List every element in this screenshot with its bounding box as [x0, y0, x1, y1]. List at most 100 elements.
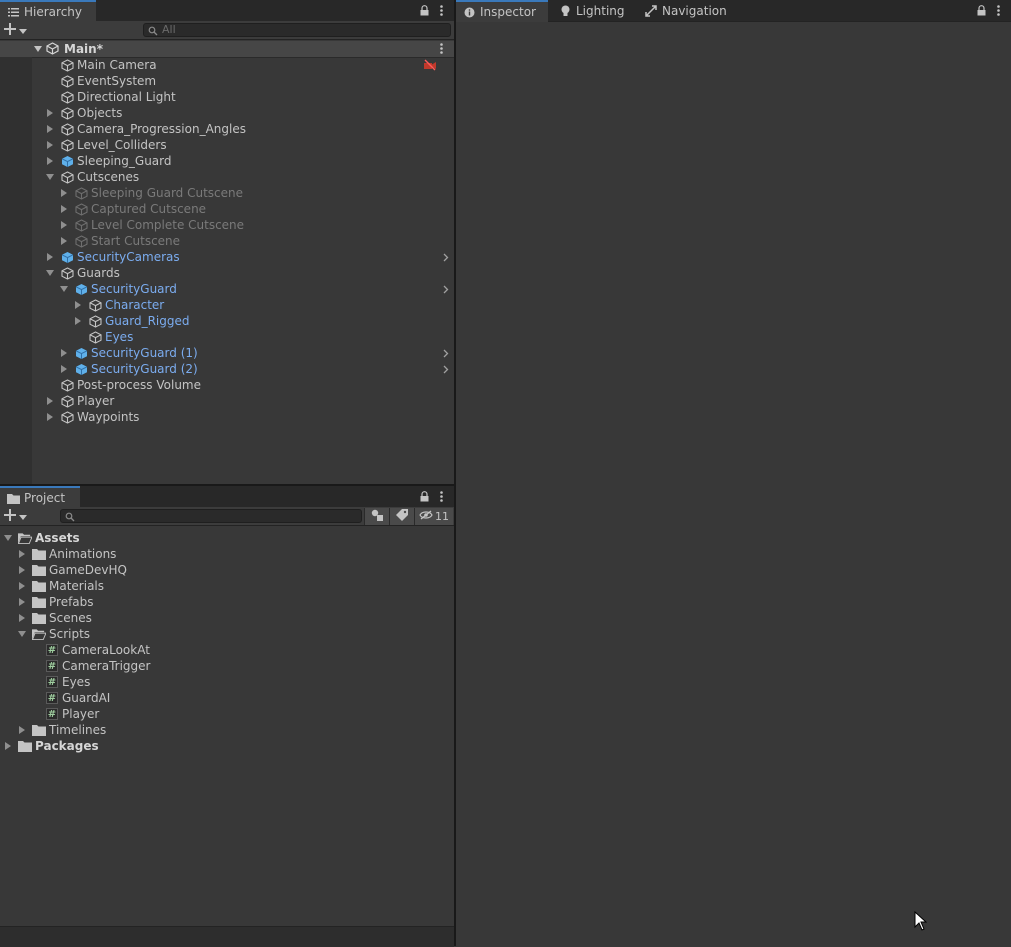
hierarchy-item[interactable]: Start Cutscene: [0, 233, 454, 249]
project-item[interactable]: # GuardAI: [0, 690, 454, 706]
hierarchy-item[interactable]: Directional Light: [0, 89, 454, 105]
hierarchy-item[interactable]: Guards: [0, 265, 454, 281]
expand-arrow-icon[interactable]: [18, 578, 26, 594]
scene-header[interactable]: Main*: [0, 41, 454, 58]
gameobject-icon: [74, 218, 88, 232]
project-item-label: Player: [62, 707, 100, 721]
expand-arrow-icon[interactable]: [18, 562, 26, 578]
project-item[interactable]: Packages: [0, 738, 454, 754]
project-item[interactable]: # CameraLookAt: [0, 642, 454, 658]
expand-arrow-icon[interactable]: [46, 153, 54, 169]
open-prefab-chevron-icon[interactable]: [442, 249, 450, 265]
expand-arrow-icon[interactable]: [18, 594, 26, 610]
tab-inspector[interactable]: Inspector: [456, 0, 548, 22]
more-options-icon[interactable]: [991, 3, 1005, 17]
project-item[interactable]: # Eyes: [0, 674, 454, 690]
expand-arrow-icon[interactable]: [74, 313, 82, 329]
lock-icon[interactable]: [974, 3, 988, 17]
project-item[interactable]: Assets: [0, 530, 454, 546]
collapse-arrow-icon[interactable]: [4, 530, 12, 546]
expand-arrow-icon[interactable]: [46, 393, 54, 409]
collapse-arrow-icon[interactable]: [46, 265, 54, 281]
hierarchy-item[interactable]: Player: [0, 393, 454, 409]
hierarchy-item[interactable]: Level_Colliders: [0, 137, 454, 153]
expand-arrow-icon[interactable]: [46, 105, 54, 121]
expand-arrow-icon[interactable]: [4, 738, 12, 754]
hierarchy-item[interactable]: Sleeping_Guard: [0, 153, 454, 169]
hierarchy-item[interactable]: Character: [0, 297, 454, 313]
expand-arrow-icon[interactable]: [60, 201, 68, 217]
collapse-arrow-icon[interactable]: [60, 281, 68, 297]
expand-arrow-icon[interactable]: [46, 409, 54, 425]
hierarchy-item[interactable]: SecurityGuard (1): [0, 345, 454, 361]
hierarchy-item[interactable]: Sleeping Guard Cutscene: [0, 185, 454, 201]
expand-arrow-icon[interactable]: [18, 546, 26, 562]
expand-arrow-icon[interactable]: [34, 41, 42, 57]
hierarchy-item[interactable]: Eyes: [0, 329, 454, 345]
project-search-field[interactable]: [60, 509, 362, 523]
project-item[interactable]: Scripts: [0, 626, 454, 642]
open-prefab-chevron-icon[interactable]: [442, 361, 450, 377]
expand-arrow-icon[interactable]: [46, 249, 54, 265]
tab-project[interactable]: Project: [0, 486, 80, 508]
hierarchy-search-field[interactable]: All: [143, 23, 451, 37]
folder-icon: [32, 723, 46, 737]
more-options-icon[interactable]: [434, 3, 448, 17]
project-item[interactable]: Scenes: [0, 610, 454, 626]
tab-lighting[interactable]: Lighting: [552, 0, 634, 21]
tab-navigation[interactable]: Navigation: [638, 0, 738, 21]
hierarchy-item[interactable]: Objects: [0, 105, 454, 121]
project-item[interactable]: Animations: [0, 546, 454, 562]
expand-arrow-icon[interactable]: [60, 217, 68, 233]
lightbulb-icon: [558, 4, 572, 18]
scene-name: Main*: [64, 42, 103, 56]
create-button[interactable]: [4, 22, 34, 38]
expand-arrow-icon[interactable]: [60, 185, 68, 201]
expand-arrow-icon[interactable]: [46, 121, 54, 137]
gameobject-icon: [60, 90, 74, 104]
expand-arrow-icon[interactable]: [60, 345, 68, 361]
hierarchy-item[interactable]: SecurityGuard (2): [0, 361, 454, 377]
lock-icon[interactable]: [417, 3, 431, 17]
create-button[interactable]: [4, 508, 34, 524]
search-by-label-button[interactable]: [389, 508, 414, 525]
hidden-packages-button[interactable]: 11: [414, 508, 453, 525]
expand-arrow-icon[interactable]: [18, 722, 26, 738]
hierarchy-item[interactable]: SecurityGuard: [0, 281, 454, 297]
expand-arrow-icon[interactable]: [60, 361, 68, 377]
expand-arrow-icon[interactable]: [46, 137, 54, 153]
hierarchy-item[interactable]: Camera_Progression_Angles: [0, 121, 454, 137]
gameobject-icon: [60, 58, 74, 72]
hierarchy-item[interactable]: Cutscenes: [0, 169, 454, 185]
hierarchy-item[interactable]: Waypoints: [0, 409, 454, 425]
project-item[interactable]: # Player: [0, 706, 454, 722]
expand-arrow-icon[interactable]: [74, 297, 82, 313]
expand-arrow-icon[interactable]: [60, 233, 68, 249]
open-prefab-chevron-icon[interactable]: [442, 281, 450, 297]
collapse-arrow-icon[interactable]: [18, 626, 26, 642]
hierarchy-item[interactable]: Post-process Volume: [0, 377, 454, 393]
project-item[interactable]: Materials: [0, 578, 454, 594]
lock-icon[interactable]: [417, 489, 431, 503]
project-item-label: CameraLookAt: [62, 643, 150, 657]
search-by-type-button[interactable]: [364, 508, 389, 525]
filter-type-icon: [371, 509, 384, 524]
expand-arrow-icon[interactable]: [18, 610, 26, 626]
hierarchy-item[interactable]: Captured Cutscene: [0, 201, 454, 217]
tab-hierarchy[interactable]: Hierarchy: [0, 0, 96, 22]
hierarchy-item[interactable]: Main Camera: [0, 57, 454, 73]
more-options-icon[interactable]: [434, 489, 448, 503]
hierarchy-item[interactable]: EventSystem: [0, 73, 454, 89]
project-item[interactable]: Prefabs: [0, 594, 454, 610]
project-item[interactable]: Timelines: [0, 722, 454, 738]
collapse-arrow-icon[interactable]: [46, 169, 54, 185]
open-prefab-chevron-icon[interactable]: [442, 345, 450, 361]
project-item[interactable]: GameDevHQ: [0, 562, 454, 578]
hierarchy-item[interactable]: Level Complete Cutscene: [0, 217, 454, 233]
hierarchy-item[interactable]: Guard_Rigged: [0, 313, 454, 329]
camera-warning-icon[interactable]: [423, 58, 437, 74]
tab-inspector-label: Inspector: [480, 5, 536, 19]
scene-menu-icon[interactable]: [440, 43, 443, 57]
project-item[interactable]: # CameraTrigger: [0, 658, 454, 674]
hierarchy-item[interactable]: SecurityCameras: [0, 249, 454, 265]
